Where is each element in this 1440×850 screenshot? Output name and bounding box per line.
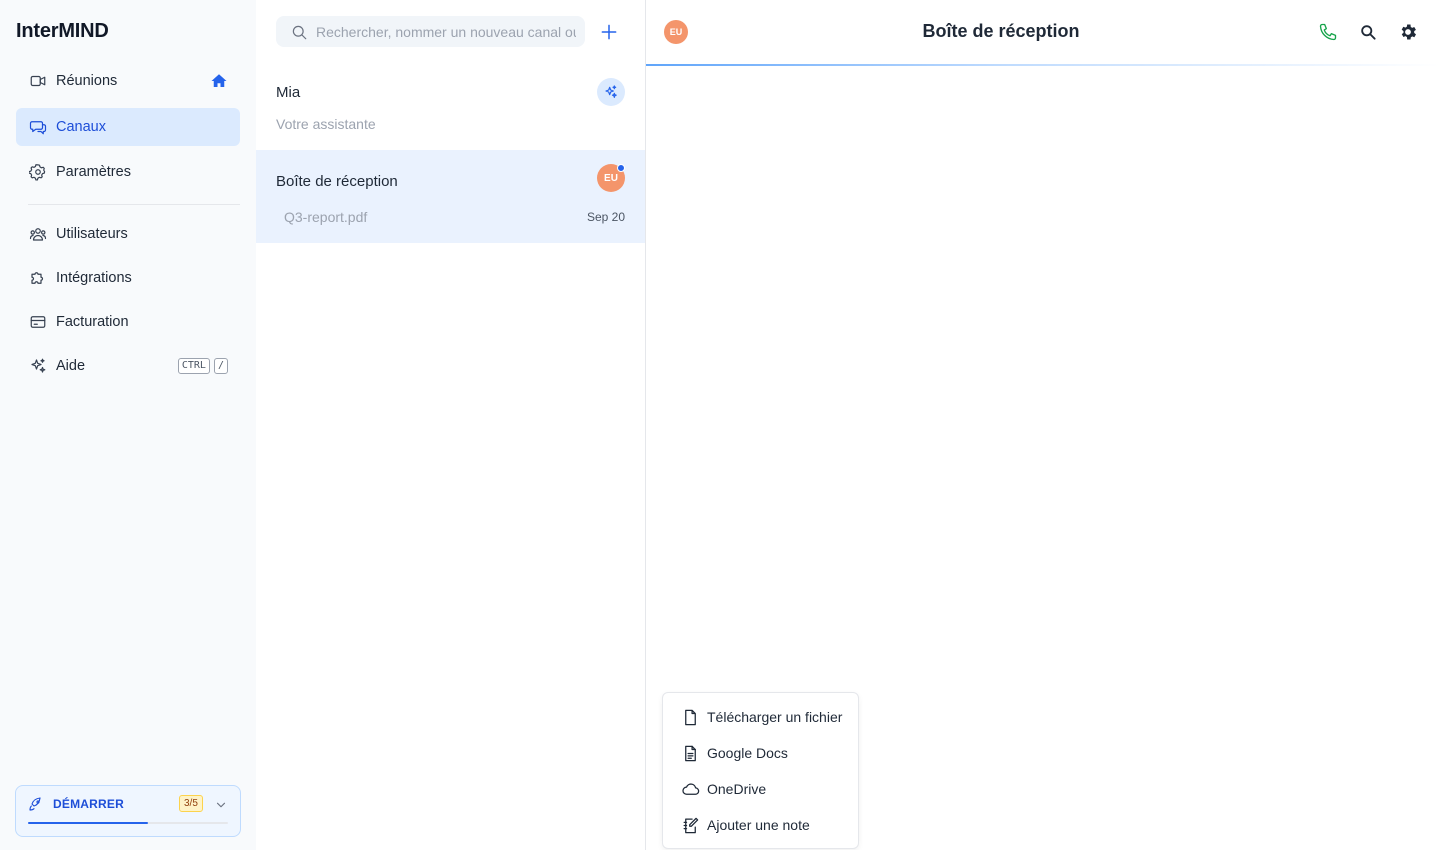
keyboard-shortcut: CTRL / xyxy=(177,358,228,374)
sidebar-item-label: Facturation xyxy=(56,314,129,330)
menu-item-add-note[interactable]: Ajouter une note xyxy=(663,807,860,843)
new-channel-plus-icon[interactable] xyxy=(599,22,619,42)
channel-subtitle: Votre assistante xyxy=(276,116,376,132)
sidebar-item-utilisateurs[interactable]: Utilisateurs xyxy=(16,215,240,253)
sidebar-item-label: Canaux xyxy=(56,119,106,135)
chevron-down-icon[interactable] xyxy=(214,798,228,812)
conversation-header: EU Boîte de réception xyxy=(646,0,1440,64)
menu-item-label: Télécharger un fichier xyxy=(707,709,843,725)
sidebar-item-aide[interactable]: Aide CTRL / xyxy=(16,347,240,385)
menu-item-label: Ajouter une note xyxy=(707,817,810,833)
search-icon xyxy=(292,25,307,39)
menu-item-label: Google Docs xyxy=(707,745,788,761)
sidebar-item-label: Aide xyxy=(56,358,86,374)
sidebar-item-parametres[interactable]: Paramètres xyxy=(16,153,240,191)
sidebar: InterMIND Réunions Canaux Paramètres Uti… xyxy=(0,0,256,850)
chat-bubbles-icon xyxy=(28,117,48,137)
phone-icon[interactable] xyxy=(1318,22,1338,42)
shortcut-key-slash: / xyxy=(213,358,228,374)
channel-list: Mia Votre assistante Boîte de réception … xyxy=(256,0,646,850)
file-icon xyxy=(685,709,696,725)
sidebar-item-integrations[interactable]: Intégrations xyxy=(16,259,240,297)
page-title: Boîte de réception xyxy=(922,21,1080,41)
sparkles-icon xyxy=(605,85,617,98)
onboarding-progress-fill xyxy=(28,822,148,824)
assistant-badge xyxy=(597,78,625,106)
unread-dot xyxy=(617,164,625,172)
onboarding-panel[interactable]: DÉMARRER 3/5 xyxy=(15,785,241,837)
channel-item-mia[interactable]: Mia Votre assistante xyxy=(256,66,645,150)
cloud-icon xyxy=(682,782,700,795)
sidebar-item-label: Réunions xyxy=(56,73,118,89)
channel-date: Sep 20 xyxy=(586,210,625,224)
header-divider xyxy=(646,64,1440,66)
shortcut-key-ctrl: CTRL xyxy=(177,358,210,374)
channel-title: Mia xyxy=(276,84,301,101)
note-edit-icon xyxy=(683,817,699,833)
channel-item-inbox[interactable]: Boîte de réception Q3-report.pdf Sep 20 … xyxy=(256,150,645,243)
menu-item-label: OneDrive xyxy=(707,781,767,797)
users-icon xyxy=(28,224,48,244)
sidebar-item-facturation[interactable]: Facturation xyxy=(16,303,240,341)
video-camera-icon xyxy=(28,71,48,91)
gear-icon[interactable] xyxy=(1398,22,1418,42)
onboarding-progress-bar xyxy=(28,822,228,824)
puzzle-icon xyxy=(28,268,48,288)
credit-card-icon xyxy=(28,312,48,332)
channel-title: Boîte de réception xyxy=(276,173,398,190)
onboarding-count-badge: 3/5 xyxy=(179,795,203,812)
home-icon xyxy=(211,74,227,87)
brand-logo: InterMIND xyxy=(16,20,109,42)
sidebar-item-label: Utilisateurs xyxy=(56,226,128,242)
search-icon[interactable] xyxy=(1358,22,1378,42)
channel-last-message: Q3-report.pdf xyxy=(284,209,368,225)
gear-icon xyxy=(28,162,48,182)
menu-item-google-docs[interactable]: Google Docs xyxy=(663,735,860,771)
document-lines-icon xyxy=(685,745,696,761)
menu-item-upload-file[interactable]: Télécharger un fichier xyxy=(663,699,860,735)
sidebar-item-canaux[interactable]: Canaux xyxy=(16,108,240,146)
sidebar-item-label: Intégrations xyxy=(56,270,132,286)
channel-search[interactable] xyxy=(276,16,585,47)
menu-item-onedrive[interactable]: OneDrive xyxy=(663,771,860,807)
attachment-menu: Télécharger un fichier Google Docs OneDr… xyxy=(662,692,859,849)
sidebar-item-label: Paramètres xyxy=(56,164,131,180)
search-input[interactable] xyxy=(316,23,576,40)
onboarding-label: DÉMARRER xyxy=(53,797,124,811)
sparkles-icon xyxy=(28,356,48,376)
sidebar-item-reunions[interactable]: Réunions xyxy=(16,62,240,100)
sidebar-divider xyxy=(28,204,240,205)
rocket-icon xyxy=(29,797,41,811)
